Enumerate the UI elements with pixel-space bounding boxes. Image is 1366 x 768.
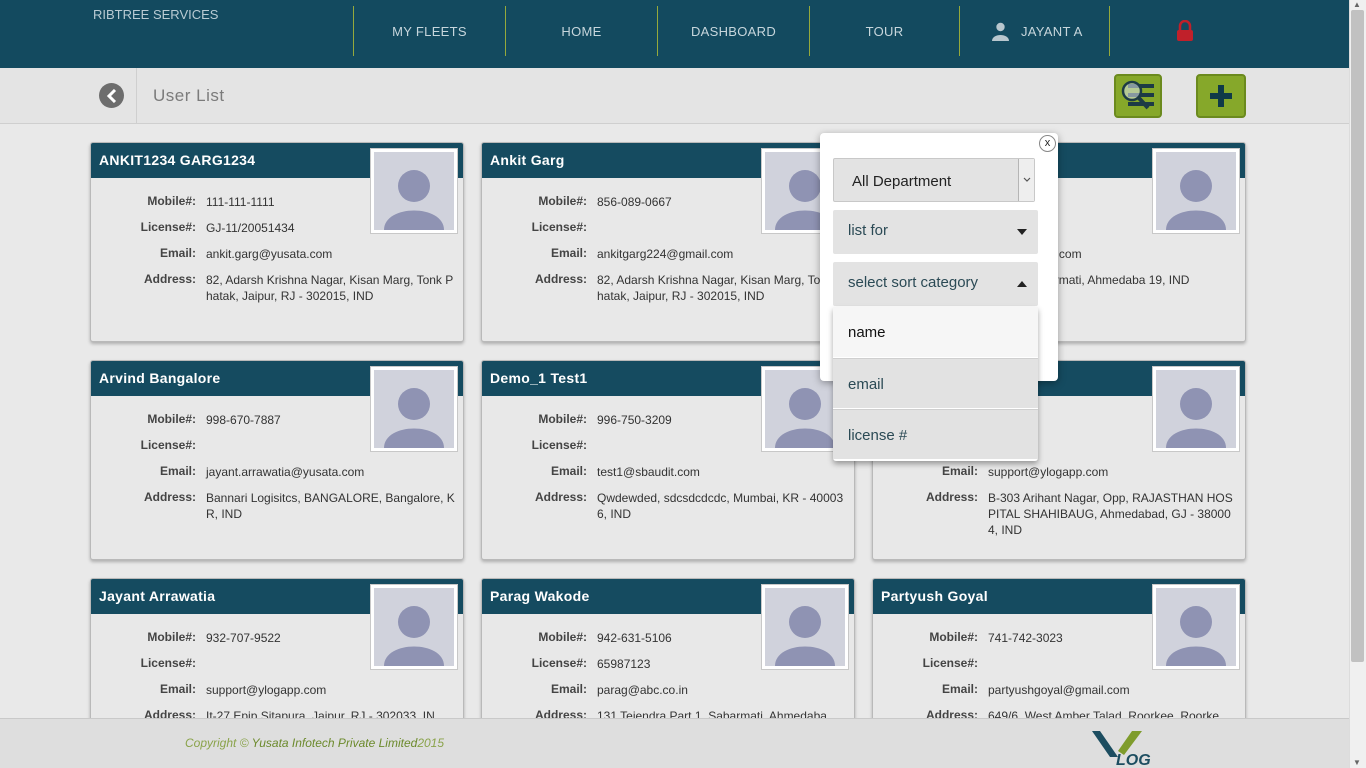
caret-down-icon bbox=[1017, 229, 1027, 235]
email-value: partyushgoyal@gmail.com bbox=[988, 683, 1130, 697]
sort-category-select[interactable]: select sort category bbox=[833, 262, 1038, 306]
search-list-icon bbox=[1121, 80, 1154, 110]
title-bar: User List bbox=[0, 68, 1349, 124]
scroll-down-arrow-icon[interactable]: ▼ bbox=[1353, 758, 1361, 767]
brand-name[interactable]: RIBTREE SERVICES bbox=[93, 7, 218, 22]
avatar-placeholder-icon bbox=[374, 588, 454, 666]
address-value: 82, Adarsh Krishna Nagar, Kisan Marg, To… bbox=[206, 273, 454, 303]
nav-home[interactable]: HOME bbox=[505, 6, 657, 56]
nav-user-menu[interactable]: JAYANT A bbox=[959, 6, 1109, 56]
caret-up-icon bbox=[1017, 281, 1027, 287]
nav-my-fleets[interactable]: MY FLEETS bbox=[353, 6, 505, 56]
plus-icon bbox=[1210, 85, 1232, 107]
department-select[interactable]: All Department bbox=[833, 158, 1035, 202]
email-value: ankit.garg@yusata.com bbox=[206, 247, 333, 261]
ylog-logo: LOG bbox=[1088, 727, 1168, 768]
list-for-select[interactable]: list for bbox=[833, 210, 1038, 254]
email-value: support@ylogapp.com bbox=[206, 683, 327, 697]
sort-option-email[interactable]: email bbox=[833, 358, 1038, 408]
nav-dashboard[interactable]: DASHBOARD bbox=[657, 6, 809, 56]
user-card[interactable]: ANKIT1234 GARG1234 Mobile#: 111-111-1111 Li… bbox=[90, 142, 464, 342]
user-name: JAYANT A bbox=[1021, 23, 1083, 39]
mobile-value: 942-631-5106 bbox=[597, 631, 672, 645]
back-button[interactable] bbox=[99, 83, 124, 108]
user-card[interactable]: Demo_1 Test1 Mobile#: 996-750-3209 License#… bbox=[481, 360, 855, 560]
add-user-button[interactable] bbox=[1196, 74, 1246, 118]
mobile-value: 996-750-3209 bbox=[597, 413, 672, 427]
mobile-value: 932-707-9522 bbox=[206, 631, 281, 645]
copyright-text: Copyright © Yusata Infotech Private Limi… bbox=[185, 736, 445, 750]
mobile-value: 741-742-3023 bbox=[988, 631, 1063, 645]
user-card[interactable]: Arvind Bangalore Mobile#: 998-670-7887 Lice… bbox=[90, 360, 464, 560]
avatar-placeholder-icon bbox=[374, 370, 454, 448]
chevron-down-icon bbox=[1018, 159, 1034, 201]
top-navbar: RIBTREE SERVICES MY FLEETS HOME DASHBOAR… bbox=[0, 0, 1349, 68]
sort-option-name[interactable]: name bbox=[833, 307, 1038, 357]
mobile-value: 856-089-0667 bbox=[597, 195, 672, 209]
footer: Copyright © Yusata Infotech Private Limi… bbox=[0, 718, 1349, 768]
avatar-placeholder-icon bbox=[374, 152, 454, 230]
avatar bbox=[370, 584, 458, 670]
email-value: parag@abc.co.in bbox=[597, 683, 688, 697]
email-value: ankitgarg224@gmail.com bbox=[597, 247, 734, 261]
avatar-placeholder-icon bbox=[1156, 370, 1236, 448]
nav-divider bbox=[1109, 6, 1111, 56]
company-name: Yusata Infotech Private Limited bbox=[251, 736, 418, 750]
svg-text:LOG: LOG bbox=[1116, 752, 1151, 768]
email-value: support@ylogapp.com bbox=[988, 465, 1109, 479]
license-value: 65987123 bbox=[597, 657, 651, 671]
logout-lock-icon[interactable] bbox=[1176, 19, 1194, 47]
sort-option-license[interactable]: license # bbox=[833, 409, 1038, 459]
address-value: 82, Adarsh Krishna Nagar, Kisan Marg, To… bbox=[597, 273, 845, 303]
sort-category-dropdown: name email license # bbox=[833, 307, 1038, 461]
avatar bbox=[1152, 148, 1240, 234]
sort-category-value: select sort category bbox=[848, 274, 979, 291]
license-value: GJ-11/20051434 bbox=[206, 221, 295, 235]
address-value: B-303 Arihant Nagar, Opp, RAJASTHAN HOSP… bbox=[988, 491, 1233, 537]
copyright-year: 2015 bbox=[417, 736, 445, 750]
email-value: test1@sbaudit.com bbox=[597, 465, 700, 479]
title-divider bbox=[136, 68, 137, 124]
chevron-left-icon bbox=[106, 88, 116, 103]
scroll-up-arrow-icon[interactable]: ▲ bbox=[1353, 0, 1361, 9]
nav-tour[interactable]: TOUR bbox=[809, 6, 959, 56]
department-select-value: All Department bbox=[852, 173, 952, 190]
modal-close-button[interactable]: x bbox=[1039, 135, 1056, 152]
avatar-placeholder-icon bbox=[1156, 152, 1236, 230]
user-icon bbox=[992, 22, 1009, 41]
user-card[interactable]: Ankit Garg Mobile#: 856-089-0667 License#: E… bbox=[481, 142, 855, 342]
search-filter-button[interactable] bbox=[1114, 74, 1162, 118]
list-for-value: list for bbox=[848, 222, 889, 239]
address-value: Bannari Logisitcs, BANGALORE, Bangalore,… bbox=[206, 491, 455, 521]
page-title: User List bbox=[153, 86, 225, 105]
email-value: jayant.arrawatia@yusata.com bbox=[206, 465, 365, 479]
address-value: Qwdewded, sdcsdcdcdc, Mumbai, KR - 40003… bbox=[597, 491, 844, 521]
avatar bbox=[1152, 366, 1240, 452]
avatar bbox=[1152, 584, 1240, 670]
avatar-placeholder-icon bbox=[765, 588, 845, 666]
mobile-value: 998-670-7887 bbox=[206, 413, 281, 427]
avatar-placeholder-icon bbox=[1156, 588, 1236, 666]
mobile-value: 111-111-1111 bbox=[206, 195, 275, 209]
scrollbar-thumb[interactable] bbox=[1351, 10, 1364, 662]
avatar bbox=[370, 366, 458, 452]
